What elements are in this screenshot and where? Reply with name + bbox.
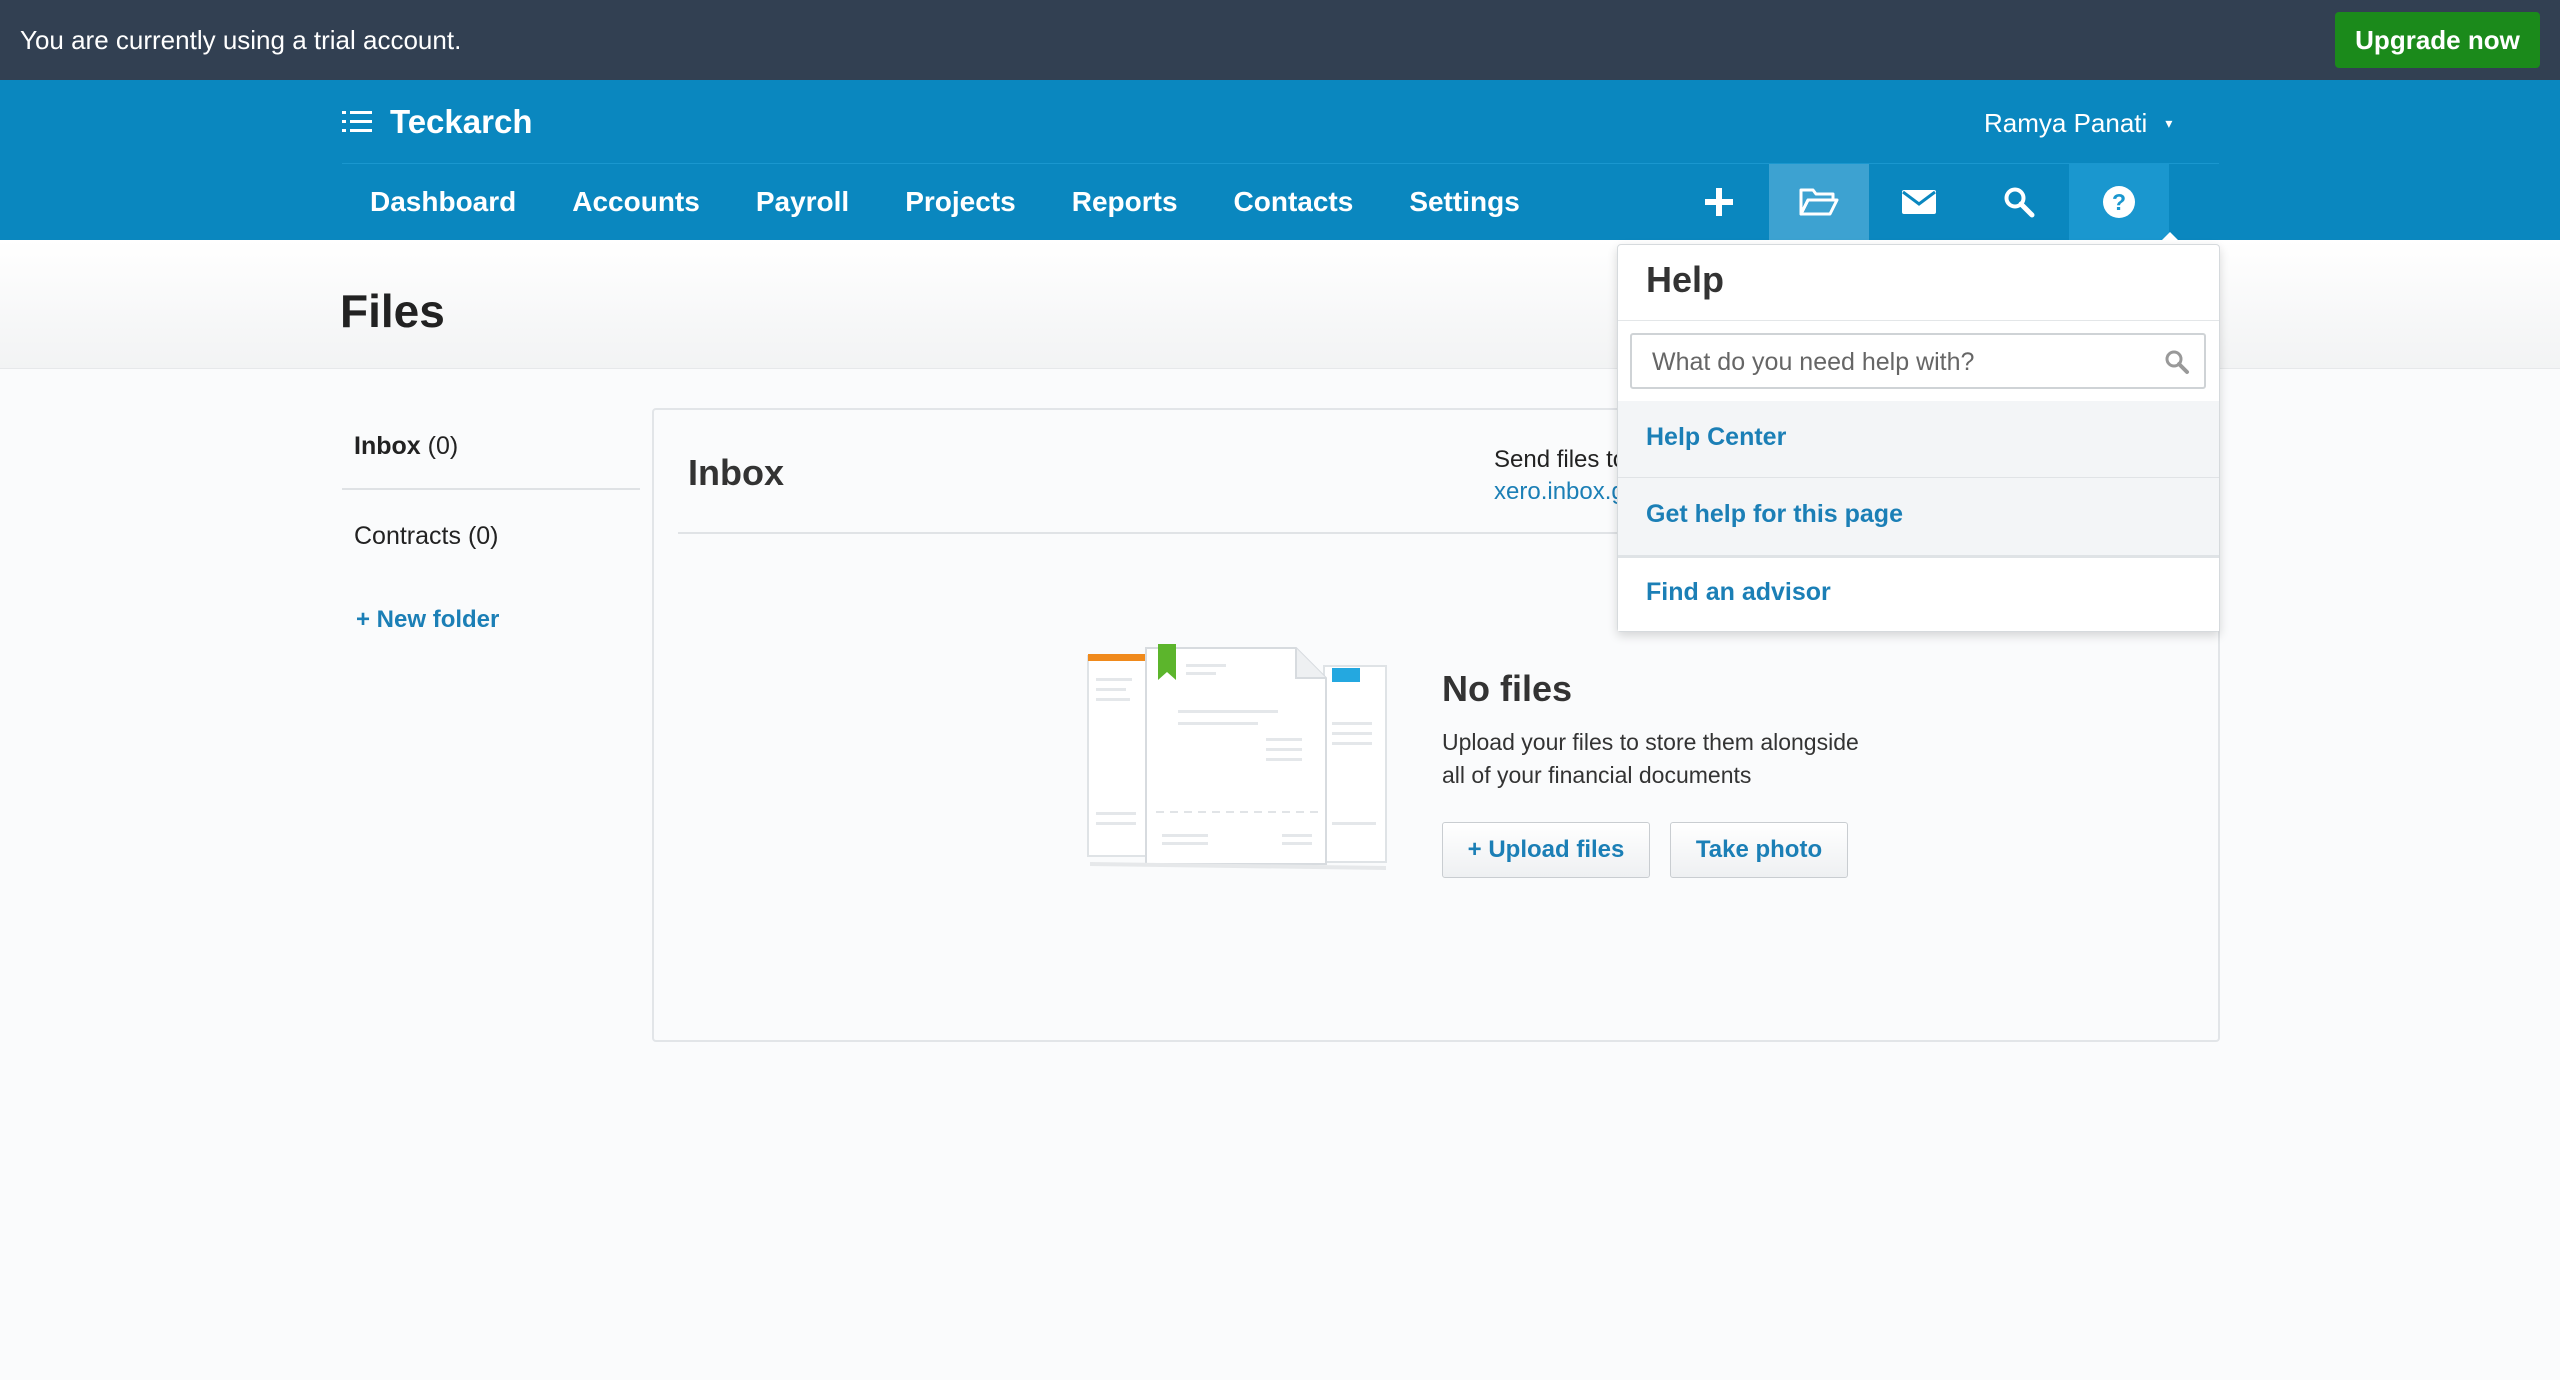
help-button[interactable]: ? — [2069, 164, 2169, 240]
help-links: Help Center Get help for this page Find … — [1618, 401, 2219, 631]
find-advisor-link[interactable]: Find an advisor — [1646, 578, 1831, 607]
user-menu[interactable]: Ramya Panati ▾ — [1984, 108, 2172, 139]
mail-icon — [1902, 190, 1936, 214]
help-title: Help — [1646, 259, 1725, 300]
take-photo-button[interactable]: Take photo — [1670, 822, 1848, 878]
header-tools: ? — [1669, 164, 2169, 240]
files-button[interactable] — [1769, 164, 1869, 240]
folder-name: Contracts — [354, 522, 461, 550]
help-for-page-link[interactable]: Get help for this page — [1646, 500, 1903, 529]
help-center-link[interactable]: Help Center — [1646, 423, 1786, 452]
org-name: Teckarch — [390, 103, 533, 140]
empty-state-description: Upload your files to store them alongsid… — [1442, 726, 1922, 792]
svg-text:?: ? — [2112, 189, 2126, 215]
nav-projects[interactable]: Projects — [877, 164, 1044, 240]
nav-contacts[interactable]: Contacts — [1206, 164, 1382, 240]
top-header: Teckarch Ramya Panati ▾ Dashboard Accoun… — [0, 80, 2560, 240]
user-name: Ramya Panati — [1984, 108, 2148, 138]
add-new-button[interactable] — [1669, 164, 1769, 240]
help-divider — [1618, 477, 2219, 478]
list-menu-icon — [342, 111, 372, 132]
search-icon — [2004, 187, 2035, 218]
folder-count: (0) — [467, 522, 499, 550]
chevron-down-icon: ▾ — [2165, 115, 2173, 131]
upgrade-now-button[interactable]: Upgrade now — [2335, 12, 2540, 68]
empty-state-line: Upload your files to store them alongsid… — [1442, 729, 1859, 755]
trial-banner: You are currently using a trial account.… — [0, 0, 2560, 80]
folder-open-icon — [1799, 188, 1839, 216]
inbox-email-link[interactable]: xero.inbox.g — [1494, 478, 1625, 506]
help-popover-arrow — [2158, 232, 2182, 244]
help-search-placeholder: What do you need help with? — [1652, 348, 1975, 376]
folder-name: Inbox — [354, 432, 421, 460]
new-folder-link[interactable]: + New folder — [356, 606, 499, 634]
help-icon: ? — [2103, 186, 2135, 218]
help-search-input[interactable]: What do you need help with? — [1630, 333, 2206, 389]
help-popover: Help What do you need help with? Help Ce… — [1617, 244, 2220, 632]
folder-inbox[interactable]: Inbox (0) — [354, 432, 458, 461]
nav-accounts[interactable]: Accounts — [544, 164, 728, 240]
plus-icon — [1705, 188, 1733, 216]
search-button[interactable] — [1969, 164, 2069, 240]
folder-count: (0) — [427, 432, 459, 460]
main-nav: Dashboard Accounts Payroll Projects Repo… — [342, 164, 1548, 240]
empty-state-line: all of your financial documents — [1442, 762, 1752, 788]
nav-payroll[interactable]: Payroll — [728, 164, 877, 240]
empty-files-illustration — [1087, 644, 1387, 870]
trial-message: You are currently using a trial account. — [20, 25, 462, 55]
page-title: Files — [340, 285, 445, 337]
nav-reports[interactable]: Reports — [1044, 164, 1206, 240]
search-icon — [2165, 350, 2189, 374]
nav-dashboard[interactable]: Dashboard — [342, 164, 544, 240]
send-files-text: Send files to — [1494, 446, 1627, 473]
org-switcher[interactable]: Teckarch — [342, 100, 532, 144]
help-divider — [1618, 320, 2219, 321]
sidebar-divider — [342, 488, 640, 490]
empty-state-title: No files — [1442, 668, 1573, 709]
nav-settings[interactable]: Settings — [1381, 164, 1547, 240]
panel-title: Inbox — [688, 452, 784, 493]
upload-files-button[interactable]: + Upload files — [1442, 822, 1650, 878]
mail-button[interactable] — [1869, 164, 1969, 240]
folder-contracts[interactable]: Contracts (0) — [354, 522, 499, 551]
